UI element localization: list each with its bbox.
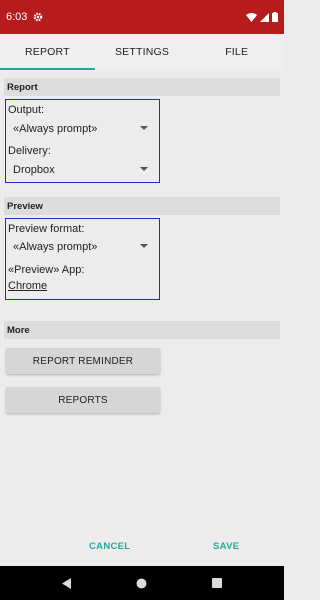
preview-app-label: «Preview» App:: [8, 264, 85, 276]
battery-icon: [272, 12, 278, 22]
cancel-button[interactable]: CANCEL: [89, 541, 130, 552]
delivery-value: Dropbox: [13, 164, 55, 176]
preview-format-spinner[interactable]: «Always prompt»: [13, 238, 148, 256]
tab-bar: REPORT SETTINGS FILE: [0, 34, 284, 70]
home-icon[interactable]: [130, 571, 154, 595]
tab-report-label: REPORT: [24, 46, 70, 58]
report-reminder-button[interactable]: REPORT REMINDER: [6, 348, 160, 374]
tab-settings[interactable]: SETTINGS: [95, 34, 190, 70]
tab-settings-label: SETTINGS: [114, 46, 170, 58]
status-time: 6:03: [6, 11, 28, 23]
gear-icon: [33, 12, 43, 22]
navigation-bar: [0, 566, 284, 600]
report-section-header: Report: [4, 78, 280, 96]
tab-file-label: FILE: [225, 46, 249, 58]
signal-icon: [260, 12, 269, 22]
reports-button[interactable]: REPORTS: [6, 387, 160, 413]
tab-file[interactable]: FILE: [189, 34, 284, 70]
dropdown-arrow-icon: [140, 167, 148, 171]
preview-section-header: Preview: [4, 197, 280, 215]
tab-report[interactable]: REPORT: [0, 34, 95, 70]
save-button[interactable]: SAVE: [213, 541, 239, 552]
delivery-label: Delivery:: [8, 145, 51, 157]
output-spinner[interactable]: «Always prompt»: [13, 120, 148, 138]
preview-format-label: Preview format:: [8, 223, 85, 235]
preview-group: Preview format: «Always prompt» «Preview…: [5, 218, 160, 300]
delivery-spinner[interactable]: Dropbox: [13, 161, 148, 179]
output-value: «Always prompt»: [13, 123, 98, 135]
status-bar: 6:03: [0, 0, 284, 34]
back-icon[interactable]: [55, 571, 79, 595]
report-group: Output: «Always prompt» Delivery: Dropbo…: [5, 99, 160, 183]
preview-app-link[interactable]: Chrome: [8, 280, 47, 292]
dropdown-arrow-icon: [140, 244, 148, 248]
preview-format-value: «Always prompt»: [13, 241, 98, 253]
dropdown-arrow-icon: [140, 126, 148, 130]
output-label: Output:: [8, 104, 45, 116]
wifi-icon: [246, 12, 257, 22]
more-section-header: More: [4, 321, 280, 339]
recents-icon[interactable]: [205, 571, 229, 595]
